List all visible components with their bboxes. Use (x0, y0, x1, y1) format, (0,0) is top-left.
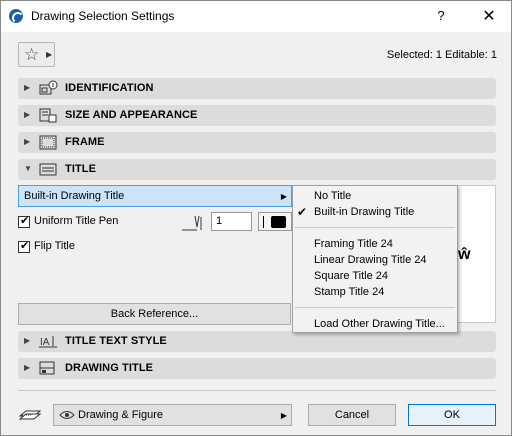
favorites-button[interactable]: ☆ ▶ (18, 42, 55, 67)
panel-label: TITLE TEXT STYLE (65, 335, 167, 347)
uniform-title-pen-label: Uniform Title Pen (34, 215, 119, 227)
help-button[interactable]: ? (431, 8, 451, 26)
svg-text:IA: IA (40, 337, 50, 348)
flip-title-checkbox[interactable] (18, 239, 30, 253)
drawing-title-icon (39, 361, 55, 375)
dialog-window: Drawing Selection Settings ? ✕ ☆ ▶ Selec… (0, 0, 512, 436)
pen-color-square (271, 216, 286, 228)
archicad-app-icon (9, 9, 24, 24)
panel-identification[interactable]: ▶ IDENTIFICATION (18, 78, 496, 99)
panel-label: FRAME (65, 136, 105, 148)
pen-weight-bar (263, 216, 264, 228)
title-type-dropdown[interactable]: Built-in Drawing Title ▶ (18, 185, 292, 207)
window-title: Drawing Selection Settings (31, 9, 175, 23)
panel-title-text-style[interactable]: ▶ IA TITLE TEXT STYLE (18, 331, 496, 352)
ok-button[interactable]: OK (408, 404, 496, 426)
footer-divider (18, 390, 496, 391)
panel-label: DRAWING TITLE (65, 362, 154, 374)
menu-separator (295, 227, 455, 228)
expand-triangle-icon: ▶ (24, 110, 31, 119)
panel-label: IDENTIFICATION (65, 82, 154, 94)
view-option-dropdown[interactable]: Drawing & Figure ▶ (53, 404, 292, 426)
panel-frame[interactable]: ▶ FRAME (18, 132, 496, 153)
view-option-value: Drawing & Figure (78, 409, 163, 421)
menu-item-load-other-drawing-title[interactable]: Load Other Drawing Title... (314, 318, 445, 330)
menu-item-square-title-24[interactable]: Square Title 24 (314, 270, 388, 282)
layers-icon[interactable] (18, 404, 42, 424)
collapse-triangle-icon: ▼ (24, 164, 32, 173)
pen-icon (182, 215, 202, 231)
menu-item-linear-drawing-title-24[interactable]: Linear Drawing Title 24 (314, 254, 427, 266)
expand-triangle-icon: ▶ (24, 137, 31, 146)
panel-label: SIZE AND APPEARANCE (65, 109, 198, 121)
flip-title-label: Flip Title (34, 240, 75, 252)
selection-info: Selected: 1 Editable: 1 (386, 49, 497, 61)
identification-icon (39, 80, 58, 95)
title-preview: ŵ (457, 185, 496, 323)
panel-label: TITLE (65, 163, 97, 175)
title-type-value: Built-in Drawing Title (24, 190, 125, 202)
checkmark-icon: ✔ (297, 205, 308, 219)
menu-item-framing-title-24[interactable]: Framing Title 24 (314, 238, 393, 250)
title-icon (39, 163, 57, 176)
menu-item-stamp-title-24[interactable]: Stamp Title 24 (314, 286, 384, 298)
expand-triangle-icon: ▶ (24, 83, 31, 92)
chevron-right-icon: ▶ (280, 192, 287, 201)
cancel-button[interactable]: Cancel (308, 404, 396, 426)
panel-title[interactable]: ▼ TITLE (18, 159, 496, 180)
menu-separator (295, 307, 455, 308)
size-appearance-icon (39, 108, 57, 123)
eye-icon (59, 411, 75, 419)
expand-triangle-icon: ▶ (24, 336, 31, 345)
back-reference-button[interactable]: Back Reference... (18, 303, 291, 325)
menu-item-built-in-drawing-title[interactable]: Built-in Drawing Title (314, 206, 414, 218)
menu-item-no-title[interactable]: No Title (314, 190, 351, 202)
panel-size-and-appearance[interactable]: ▶ SIZE AND APPEARANCE (18, 105, 496, 126)
chevron-right-icon: ▶ (280, 411, 287, 420)
title-text-style-icon: IA (39, 336, 57, 348)
close-button[interactable]: ✕ (477, 6, 501, 26)
frame-icon (39, 135, 57, 150)
pen-number-input[interactable]: 1 (211, 212, 252, 231)
star-icon: ☆ (24, 45, 40, 64)
uniform-title-pen-checkbox[interactable] (18, 214, 30, 228)
expand-triangle-icon: ▶ (24, 363, 31, 372)
panel-drawing-title[interactable]: ▶ DRAWING TITLE (18, 358, 496, 379)
pen-color-swatch[interactable] (258, 212, 292, 231)
chevron-right-icon: ▶ (46, 50, 53, 59)
preview-glyph: ŵ (458, 246, 471, 263)
title-bar: Drawing Selection Settings ? ✕ (1, 1, 511, 32)
title-type-menu: No Title ✔ Built-in Drawing Title Framin… (292, 185, 458, 333)
